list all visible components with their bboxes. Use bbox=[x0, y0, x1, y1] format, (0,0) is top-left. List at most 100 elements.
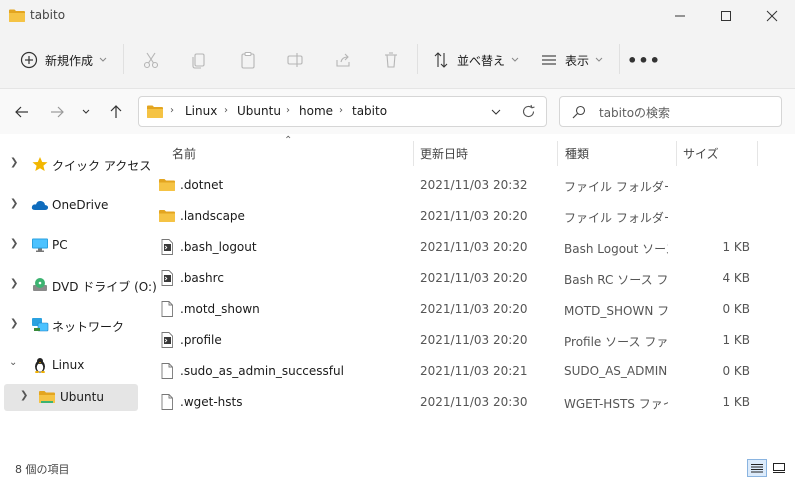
file-row[interactable]: .landscape 2021/11/03 20:20 ファイル フォルダー bbox=[154, 201, 754, 231]
view-button-label: 表示 bbox=[565, 53, 590, 68]
file-icon bbox=[161, 394, 173, 410]
paste-button[interactable] bbox=[235, 42, 261, 78]
file-row[interactable]: .sudo_as_admin_successful 2021/11/03 20:… bbox=[154, 356, 754, 386]
back-button[interactable] bbox=[10, 100, 34, 124]
chevron-down-icon bbox=[99, 57, 107, 62]
file-size: 1 KB bbox=[722, 333, 750, 347]
share-button[interactable] bbox=[330, 42, 356, 78]
file-row[interactable]: .wget-hsts 2021/11/03 20:30 WGET-HSTS ファ… bbox=[154, 387, 754, 417]
trash-icon bbox=[385, 52, 397, 68]
file-size: 0 KB bbox=[722, 302, 750, 316]
column-header-type[interactable]: 種類 bbox=[565, 145, 589, 162]
cut-button[interactable] bbox=[138, 42, 164, 78]
file-explorer-window: tabito 新規作成 並べ替え 表示 ••• › Linux › Ubuntu… bbox=[0, 0, 795, 481]
more-options-button[interactable]: ••• bbox=[627, 42, 660, 78]
sort-arrows-icon bbox=[434, 52, 448, 68]
breadcrumb-separator-icon: › bbox=[286, 105, 290, 116]
file-icon bbox=[161, 363, 173, 379]
rename-button[interactable] bbox=[282, 42, 308, 78]
expand-arrow-icon[interactable]: ❯ bbox=[10, 198, 18, 209]
collapse-arrow-icon[interactable]: ⌄ bbox=[9, 357, 17, 368]
search-box[interactable]: tabitoの検索 bbox=[559, 96, 782, 127]
minimize-button[interactable] bbox=[657, 0, 703, 32]
window-title: tabito bbox=[30, 8, 66, 22]
status-bar: 8 個の項目 bbox=[0, 456, 795, 481]
sidebar-item-label: Linux bbox=[52, 358, 85, 372]
file-row[interactable]: .dotnet 2021/11/03 20:32 ファイル フォルダー bbox=[154, 170, 754, 200]
folder-icon bbox=[159, 179, 175, 191]
breadcrumb-linux[interactable]: Linux bbox=[185, 104, 217, 118]
view-button[interactable]: 表示 bbox=[536, 42, 612, 78]
rename-icon bbox=[287, 53, 303, 67]
expand-arrow-icon[interactable]: ❯ bbox=[10, 318, 18, 329]
sidebar-item-quick-access[interactable]: ❯ クイック アクセス bbox=[4, 151, 151, 178]
file-size: 4 KB bbox=[722, 271, 750, 285]
linux-penguin-icon bbox=[35, 358, 45, 373]
breadcrumb-ubuntu[interactable]: Ubuntu bbox=[237, 104, 281, 118]
sidebar-item-pc[interactable]: ❯ PC bbox=[4, 232, 138, 259]
share-icon bbox=[336, 53, 350, 67]
file-name: .bashrc bbox=[180, 271, 224, 285]
copy-button[interactable] bbox=[186, 42, 212, 78]
folder-icon bbox=[159, 210, 175, 222]
expand-arrow-icon[interactable]: ❯ bbox=[10, 238, 18, 249]
details-view-button[interactable] bbox=[747, 459, 767, 477]
column-divider[interactable] bbox=[557, 141, 558, 166]
source-file-icon bbox=[161, 270, 173, 286]
search-input[interactable]: tabitoの検索 bbox=[599, 104, 670, 121]
file-row[interactable]: .profile 2021/11/03 20:20 Profile ソース ファ… bbox=[154, 325, 754, 355]
column-divider[interactable] bbox=[757, 141, 758, 166]
dvd-drive-icon bbox=[33, 278, 47, 291]
list-view-icon bbox=[542, 55, 556, 65]
column-divider[interactable] bbox=[676, 141, 677, 166]
sort-button[interactable]: 並べ替え bbox=[428, 42, 520, 78]
expand-arrow-icon[interactable]: ❯ bbox=[10, 157, 18, 168]
expand-arrow-icon[interactable]: ❯ bbox=[10, 278, 18, 289]
scissors-icon bbox=[143, 52, 159, 69]
file-date: 2021/11/03 20:20 bbox=[420, 302, 528, 316]
forward-button[interactable] bbox=[45, 100, 69, 124]
file-type: ファイル フォルダー bbox=[564, 211, 668, 225]
maximize-button[interactable] bbox=[703, 0, 749, 32]
file-name: .motd_shown bbox=[180, 302, 260, 316]
file-name: .bash_logout bbox=[180, 240, 257, 254]
refresh-icon[interactable] bbox=[521, 104, 536, 119]
close-button[interactable] bbox=[749, 0, 795, 32]
recent-locations-button[interactable] bbox=[76, 100, 96, 124]
large-icons-view-button[interactable] bbox=[769, 459, 789, 477]
toolbar-divider bbox=[123, 44, 124, 74]
address-bar[interactable]: › Linux › Ubuntu › home › tabito bbox=[138, 96, 547, 127]
details-view-icon bbox=[751, 464, 763, 473]
sidebar-item-network[interactable]: ❯ ネットワーク bbox=[4, 312, 138, 339]
file-row[interactable]: .bash_logout 2021/11/03 20:20 Bash Logou… bbox=[154, 232, 754, 262]
network-icon bbox=[32, 318, 49, 332]
sort-button-label: 並べ替え bbox=[457, 53, 506, 68]
chevron-down-icon[interactable] bbox=[491, 109, 501, 116]
column-header-date[interactable]: 更新日時 bbox=[420, 145, 468, 162]
delete-button[interactable] bbox=[378, 42, 404, 78]
sidebar-item-label: ネットワーク bbox=[52, 320, 125, 334]
sidebar-item-dvd-drive[interactable]: ❯ DVD ドライブ (O:) bbox=[4, 272, 157, 299]
file-type: WGET-HSTS ファイル bbox=[564, 397, 668, 411]
sidebar-item-ubuntu[interactable]: ❯ Ubuntu bbox=[4, 384, 138, 411]
expand-arrow-icon[interactable]: ❯ bbox=[20, 390, 28, 401]
monitor-icon bbox=[32, 238, 48, 252]
plus-circle-icon bbox=[20, 51, 38, 69]
sidebar-item-onedrive[interactable]: ❯ OneDrive bbox=[4, 192, 138, 219]
breadcrumb-home[interactable]: home bbox=[299, 104, 333, 118]
column-header-size[interactable]: サイズ bbox=[683, 145, 719, 162]
file-date: 2021/11/03 20:30 bbox=[420, 395, 528, 409]
file-type: SUDO_AS_ADMIN... bbox=[564, 364, 668, 378]
file-date: 2021/11/03 20:20 bbox=[420, 333, 528, 347]
file-row[interactable]: .motd_shown 2021/11/03 20:20 MOTD_SHOWN … bbox=[154, 294, 754, 324]
breadcrumb-tabito[interactable]: tabito bbox=[352, 104, 387, 118]
file-row[interactable]: .bashrc 2021/11/03 20:20 Bash RC ソース ファ.… bbox=[154, 263, 754, 293]
column-divider[interactable] bbox=[413, 141, 414, 166]
file-icon bbox=[161, 301, 173, 317]
new-button[interactable]: 新規作成 bbox=[14, 42, 122, 78]
up-button[interactable] bbox=[104, 100, 128, 124]
column-header-name[interactable]: 名前 bbox=[172, 145, 196, 162]
arrow-up-icon bbox=[110, 105, 122, 118]
file-type: Bash RC ソース ファ... bbox=[564, 273, 668, 287]
sidebar-item-linux[interactable]: ⌄ Linux bbox=[4, 352, 138, 379]
